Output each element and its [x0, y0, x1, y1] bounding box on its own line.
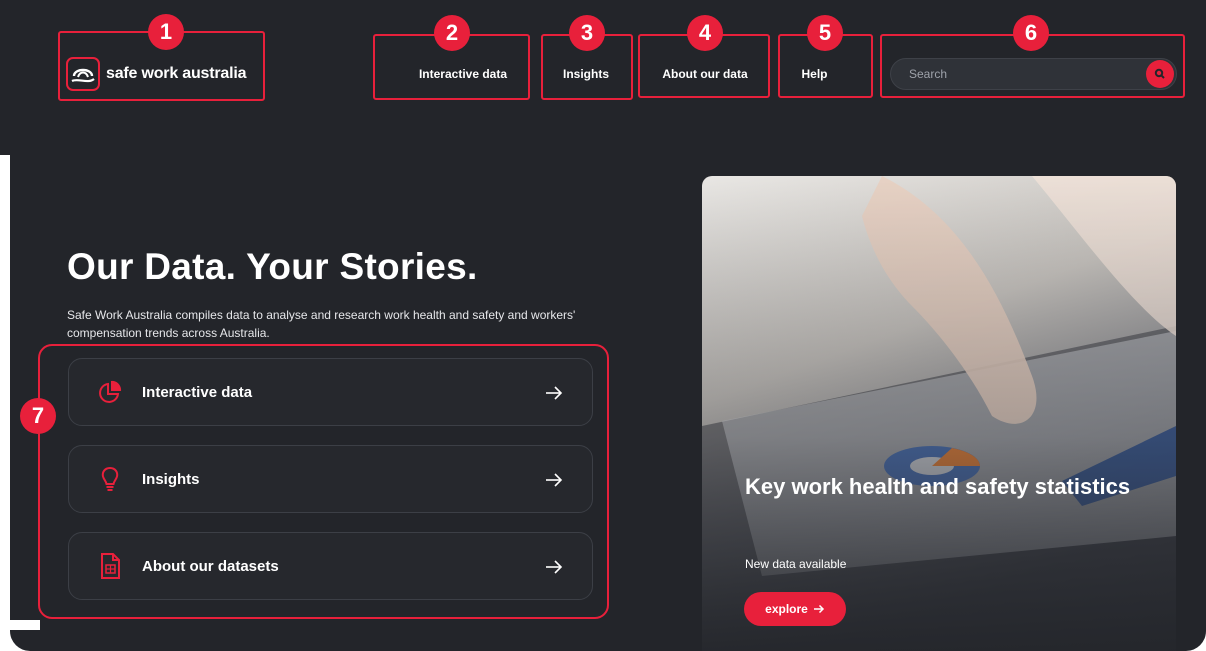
annotation-badge-4: 4	[687, 15, 723, 51]
arrow-right-icon	[813, 604, 824, 614]
annotation-badge-7: 7	[20, 398, 56, 434]
promo-subtitle: New data available	[745, 557, 847, 571]
explore-button[interactable]: explore	[744, 592, 846, 626]
promo-panel: Key work health and safety statistics Ne…	[702, 176, 1176, 651]
annotation-badge-6: 6	[1013, 15, 1049, 51]
explore-button-label: explore	[765, 602, 808, 616]
annotation-badge-1: 1	[148, 14, 184, 50]
annotation-box-7	[38, 344, 609, 619]
annotation-badge-3: 3	[569, 15, 605, 51]
promo-photo	[702, 176, 1176, 651]
hero-description: Safe Work Australia compiles data to ana…	[67, 308, 576, 340]
annotation-badge-5: 5	[807, 15, 843, 51]
promo-title: Key work health and safety statistics	[745, 474, 1131, 499]
hero-title: Our Data. Your Stories.	[67, 246, 478, 287]
annotation-badge-2: 2	[434, 15, 470, 51]
frame-notch	[0, 155, 10, 651]
